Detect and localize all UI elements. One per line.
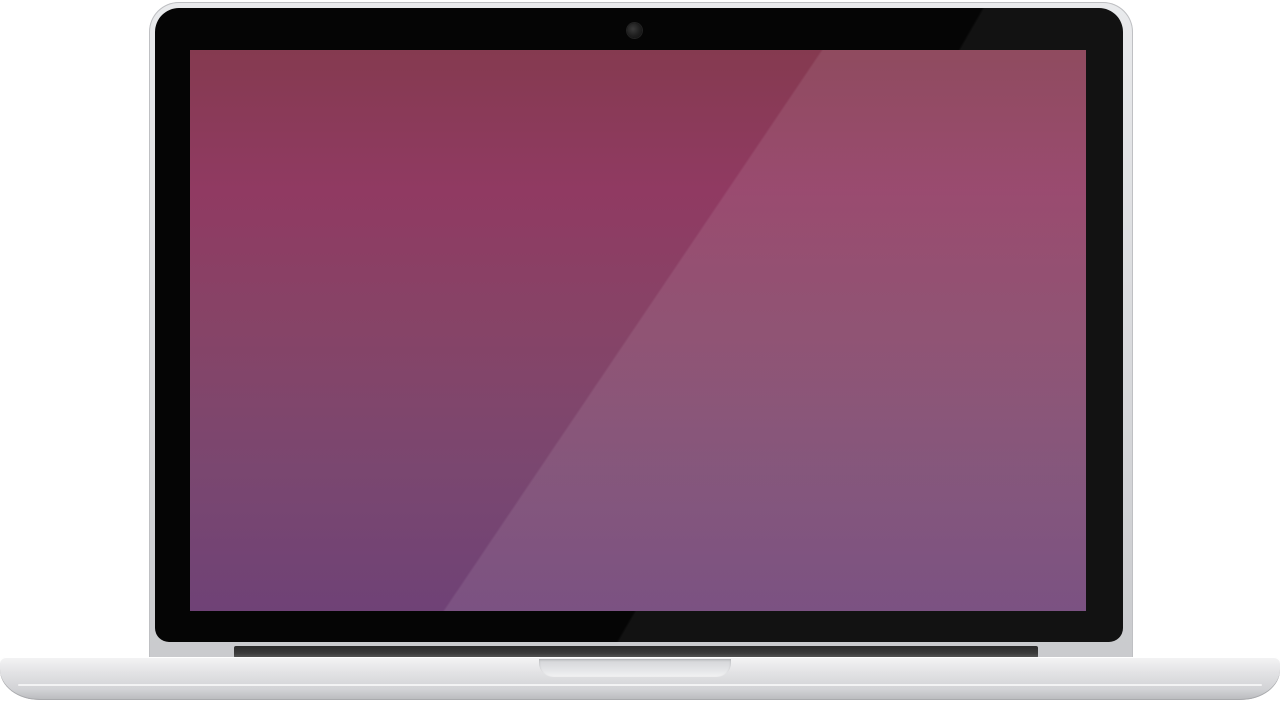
laptop-display	[190, 50, 1086, 611]
lid-thumb-notch	[539, 659, 731, 677]
base-highlight	[18, 684, 1262, 686]
laptop-scene	[0, 0, 1280, 702]
camera-icon	[627, 23, 642, 38]
screen-glare	[190, 50, 1086, 611]
